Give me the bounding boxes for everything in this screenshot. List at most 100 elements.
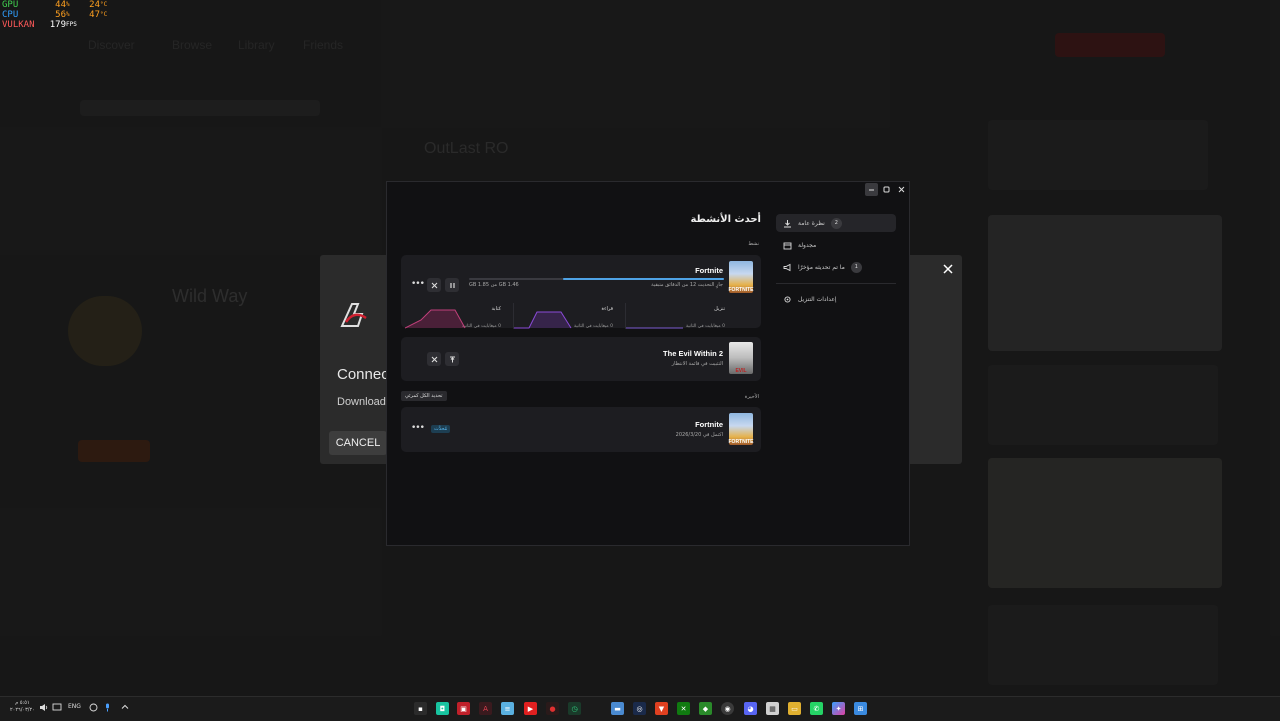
- app-icon-arc[interactable]: A: [479, 702, 492, 715]
- copilot-icon[interactable]: [89, 703, 98, 714]
- updated-badge: مُحدَّث: [431, 425, 451, 433]
- megaphone-icon: [782, 262, 792, 272]
- taskbar: ٥:٥١ م ٢٠٢٦/٠٣/٢٠ ENG ▪ ◘ ▣ A ≡ ▶ ● ◷ ▬ …: [0, 696, 1280, 721]
- volume-icon[interactable]: [39, 703, 49, 714]
- completed-status: اكتمل في 2026/3/20: [675, 432, 723, 438]
- download-size: GB 1.85 من GB 1.46: [469, 282, 519, 288]
- game-name: Fortnite: [695, 420, 723, 429]
- osd-label: CPU: [2, 10, 19, 20]
- download-status: جارٍ التحديث 12 من الدقائق متبقية: [651, 282, 723, 288]
- game-thumbnail[interactable]: FORTNITE: [729, 261, 754, 293]
- app-icon-clock[interactable]: ◷: [568, 702, 581, 715]
- osd-unit: FPS: [66, 21, 77, 28]
- osd-value: 56: [55, 10, 66, 20]
- stat-download: تنزيل 0 ميغابايت في الثانية: [625, 302, 737, 331]
- app-icon-terminal[interactable]: ▪: [414, 702, 427, 715]
- downloading-text: Downloadi: [337, 396, 389, 408]
- stat-divider: [625, 303, 626, 329]
- game-thumbnail[interactable]: FORTNITE: [729, 413, 754, 445]
- whatsapp-icon[interactable]: ✆: [810, 702, 823, 715]
- game-thumbnail[interactable]: EVIL: [729, 342, 753, 374]
- section-active-label: نشط: [748, 241, 759, 247]
- pause-button[interactable]: [445, 278, 459, 292]
- download-icon: [782, 218, 792, 228]
- store-icon[interactable]: ▦: [766, 702, 779, 715]
- more-options-icon[interactable]: •••: [411, 279, 425, 289]
- nav-label: إعدادات التنزيل: [798, 295, 837, 303]
- app-icon-youtube[interactable]: ▶: [524, 702, 537, 715]
- copilot-app-icon[interactable]: ✦: [832, 702, 845, 715]
- osd-value: 44: [55, 0, 66, 10]
- app-icon-green[interactable]: ◘: [436, 702, 449, 715]
- osd-row-cpu: CPU 56 % 47 °C: [2, 10, 110, 20]
- microphone-icon[interactable]: [104, 703, 111, 714]
- nav-scheduled[interactable]: مجدولة: [776, 236, 896, 254]
- cancel-download-button[interactable]: [427, 278, 441, 292]
- chrome-icon[interactable]: ◉: [721, 702, 734, 715]
- write-graph: [405, 309, 466, 329]
- maximize-button[interactable]: [880, 183, 893, 196]
- network-icon[interactable]: [52, 703, 62, 714]
- close-window-button[interactable]: [895, 183, 908, 196]
- folder-icon[interactable]: ▭: [788, 702, 801, 715]
- performance-overlay: GPU 44 % 24 °C CPU 56 % 47 °C VULKAN 179…: [2, 0, 110, 30]
- nav-download-settings[interactable]: إعدادات التنزيل: [776, 290, 896, 308]
- nav-recently-updated[interactable]: ما تم تحديثه مؤخرًا 1: [776, 258, 896, 276]
- osd-unit: °C: [100, 1, 108, 8]
- stat-value: 0 ميغابايت في الثانية: [573, 324, 613, 329]
- osd-value: 47: [89, 10, 100, 20]
- app-icon-notepad[interactable]: ≡: [501, 702, 514, 715]
- close-icon[interactable]: [940, 261, 956, 277]
- stat-label: كتابة: [491, 306, 502, 312]
- windows-start-icon[interactable]: ⊞: [854, 702, 867, 715]
- gear-icon: [782, 294, 792, 304]
- osd-label: GPU: [2, 0, 19, 10]
- cancel-button[interactable]: CANCEL: [329, 431, 387, 455]
- cancel-download-button[interactable]: [427, 352, 441, 366]
- section-recent-label: الأخيرة: [744, 394, 759, 400]
- calendar-icon: [782, 240, 792, 250]
- stat-label: قراءة: [601, 306, 613, 312]
- app-icon-red[interactable]: ▣: [457, 702, 470, 715]
- osd-row-gpu: GPU 44 % 24 °C: [2, 0, 110, 10]
- recent-card-fortnite: FORTNITE Fortnite اكتمل في 2026/3/20 مُح…: [401, 407, 761, 452]
- app-icon-rockstar[interactable]: ●: [546, 702, 559, 715]
- read-graph: [513, 311, 572, 329]
- osd-value: 24: [89, 0, 100, 10]
- stat-label: تنزيل: [714, 306, 725, 312]
- app-icon-green-2[interactable]: ◆: [699, 702, 712, 715]
- download-card-fortnite: FORTNITE Fortnite جارٍ التحديث 12 من الد…: [401, 255, 761, 331]
- chevron-up-icon[interactable]: [121, 703, 129, 713]
- nav-label: مجدولة: [798, 241, 817, 249]
- osd-label: VULKAN: [2, 20, 35, 30]
- nav-label: نظرة عامة: [798, 219, 825, 227]
- stat-write: كتابة 0 ميغابايت في الثانية: [401, 302, 513, 331]
- activities-window: نظرة عامة 2 مجدولة ما تم تحديثه مؤخرًا 1…: [386, 181, 910, 546]
- xbox-icon[interactable]: ✕: [677, 702, 690, 715]
- download-progress-bar: [469, 278, 724, 280]
- language-indicator[interactable]: ENG: [68, 703, 81, 710]
- steam-icon[interactable]: ◎: [633, 702, 646, 715]
- download-card-evil-within-2: EVIL The Evil Within 2 التثبيت في قائمة …: [401, 337, 761, 381]
- brave-icon[interactable]: ▼: [655, 702, 668, 715]
- game-name: The Evil Within 2: [663, 349, 723, 358]
- mark-all-seen-button[interactable]: تحديد الكل كمرئي: [401, 391, 447, 401]
- osd-unit: %: [66, 11, 70, 18]
- rockstar-logo-icon: [338, 300, 372, 330]
- clock[interactable]: ٥:٥١ م ٢٠٢٦/٠٣/٢٠: [10, 700, 35, 714]
- nav-divider: [776, 283, 896, 284]
- stat-read: قراءة 0 ميغابايت في الثانية: [513, 302, 625, 331]
- nav-label: ما تم تحديثه مؤخرًا: [798, 263, 845, 271]
- move-to-top-button[interactable]: [445, 352, 459, 366]
- nav-badge: 1: [850, 261, 862, 273]
- nav-overview[interactable]: نظرة عامة 2: [776, 214, 896, 232]
- more-options-icon[interactable]: •••: [411, 423, 425, 433]
- download-status: التثبيت في قائمة الانتظار: [671, 361, 723, 367]
- connect-heading: Connec: [337, 366, 389, 383]
- osd-value: 179: [49, 20, 66, 30]
- discord-icon[interactable]: ◕: [744, 702, 757, 715]
- app-icon-files[interactable]: ▬: [611, 702, 624, 715]
- download-graph: [625, 327, 683, 329]
- minimize-button[interactable]: [865, 183, 878, 196]
- clock-date: ٢٠٢٦/٠٣/٢٠: [10, 707, 35, 713]
